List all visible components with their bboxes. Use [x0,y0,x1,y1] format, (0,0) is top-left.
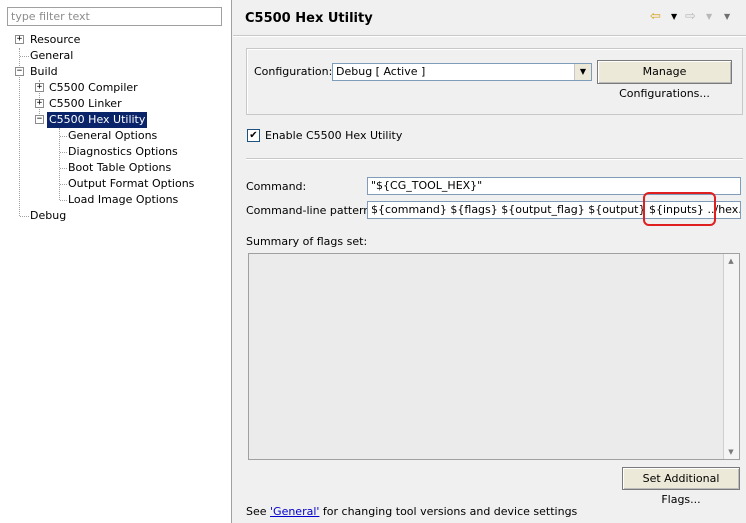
forward-arrow-icon[interactable]: ⇨ [685,8,696,26]
tree-item-label: General [30,49,74,62]
tree-item-label: Load Image Options [68,193,179,206]
navigation-panel: + Resource General − Build + C5500 Compi… [0,0,232,523]
set-additional-flags-button[interactable]: Set Additional Flags... [622,467,740,506]
tree-item-label: Resource [30,33,81,46]
tree-item-general[interactable]: General [0,48,230,64]
enable-checkbox[interactable]: ✔ [247,129,260,142]
scroll-down-icon[interactable]: ▼ [724,445,738,459]
footer-prefix: See [246,505,271,518]
chevron-down-icon[interactable]: ▼ [706,8,712,26]
tree-item-general-options[interactable]: General Options [0,128,230,144]
view-menu-icon[interactable]: ▼ [724,8,730,26]
tree-item-label: Debug [30,209,67,222]
general-link[interactable]: 'General' [270,505,319,518]
footer-note: See 'General' for changing tool versions… [246,505,577,518]
header-divider [233,35,746,37]
enable-label: Enable C5500 Hex Utility [265,129,403,142]
annotation-highlight [643,192,716,226]
configuration-value: Debug [ Active ] [336,65,426,78]
tree-item-label: Output Format Options [68,177,195,190]
tree-item-label: Build [30,65,58,78]
tree-item-compiler[interactable]: + C5500 Compiler [0,80,230,96]
tree-item-resource[interactable]: + Resource [0,32,230,48]
section-divider [246,158,743,160]
manage-configurations-button[interactable]: Manage Configurations... [597,60,732,100]
checkmark-icon: ✔ [249,130,258,141]
expand-icon[interactable]: + [35,83,44,92]
tree-item-label: C5500 Hex Utility [47,112,148,128]
expand-icon[interactable]: + [35,99,44,108]
tree-item-label: Diagnostics Options [68,145,178,158]
collapse-icon[interactable]: − [35,115,44,124]
tree-item-diagnostics-options[interactable]: Diagnostics Options [0,144,230,160]
summary-of-flags-area[interactable]: ▲ ▼ [248,253,740,460]
tree-item-linker[interactable]: + C5500 Linker [0,96,230,112]
properties-page: C5500 Hex Utility ⇦ ▼ ⇨ ▼ ▼ Configuratio… [233,0,746,523]
tree-item-hex-utility[interactable]: − C5500 Hex Utility [0,112,230,128]
command-line-pattern-label: Command-line pattern: [246,204,374,217]
chevron-down-icon[interactable]: ▼ [574,64,591,80]
command-label: Command: [246,180,307,193]
tree-item-debug[interactable]: Debug [0,208,230,224]
tree-item-label: General Options [68,129,158,142]
vertical-scrollbar[interactable]: ▲ ▼ [723,254,739,459]
configuration-label: Configuration: [254,65,333,78]
tree-item-load-image-options[interactable]: Load Image Options [0,192,230,208]
chevron-down-icon[interactable]: ▼ [671,8,677,26]
tree-item-build[interactable]: − Build [0,64,230,80]
footer-suffix: for changing tool versions and device se… [319,505,578,518]
summary-label: Summary of flags set: [246,235,368,248]
tree-item-output-format-options[interactable]: Output Format Options [0,176,230,192]
tree-item-label: C5500 Linker [49,97,122,110]
filter-input[interactable] [7,7,222,26]
scroll-up-icon[interactable]: ▲ [724,254,738,268]
configuration-select[interactable]: Debug [ Active ] ▼ [332,63,592,81]
expand-icon[interactable]: + [15,35,24,44]
page-title: C5500 Hex Utility [245,11,373,26]
tree-item-label: C5500 Compiler [49,81,138,94]
tree-item-label: Boot Table Options [68,161,172,174]
tree-item-boot-table-options[interactable]: Boot Table Options [0,160,230,176]
back-arrow-icon[interactable]: ⇦ [650,8,661,26]
collapse-icon[interactable]: − [15,67,24,76]
